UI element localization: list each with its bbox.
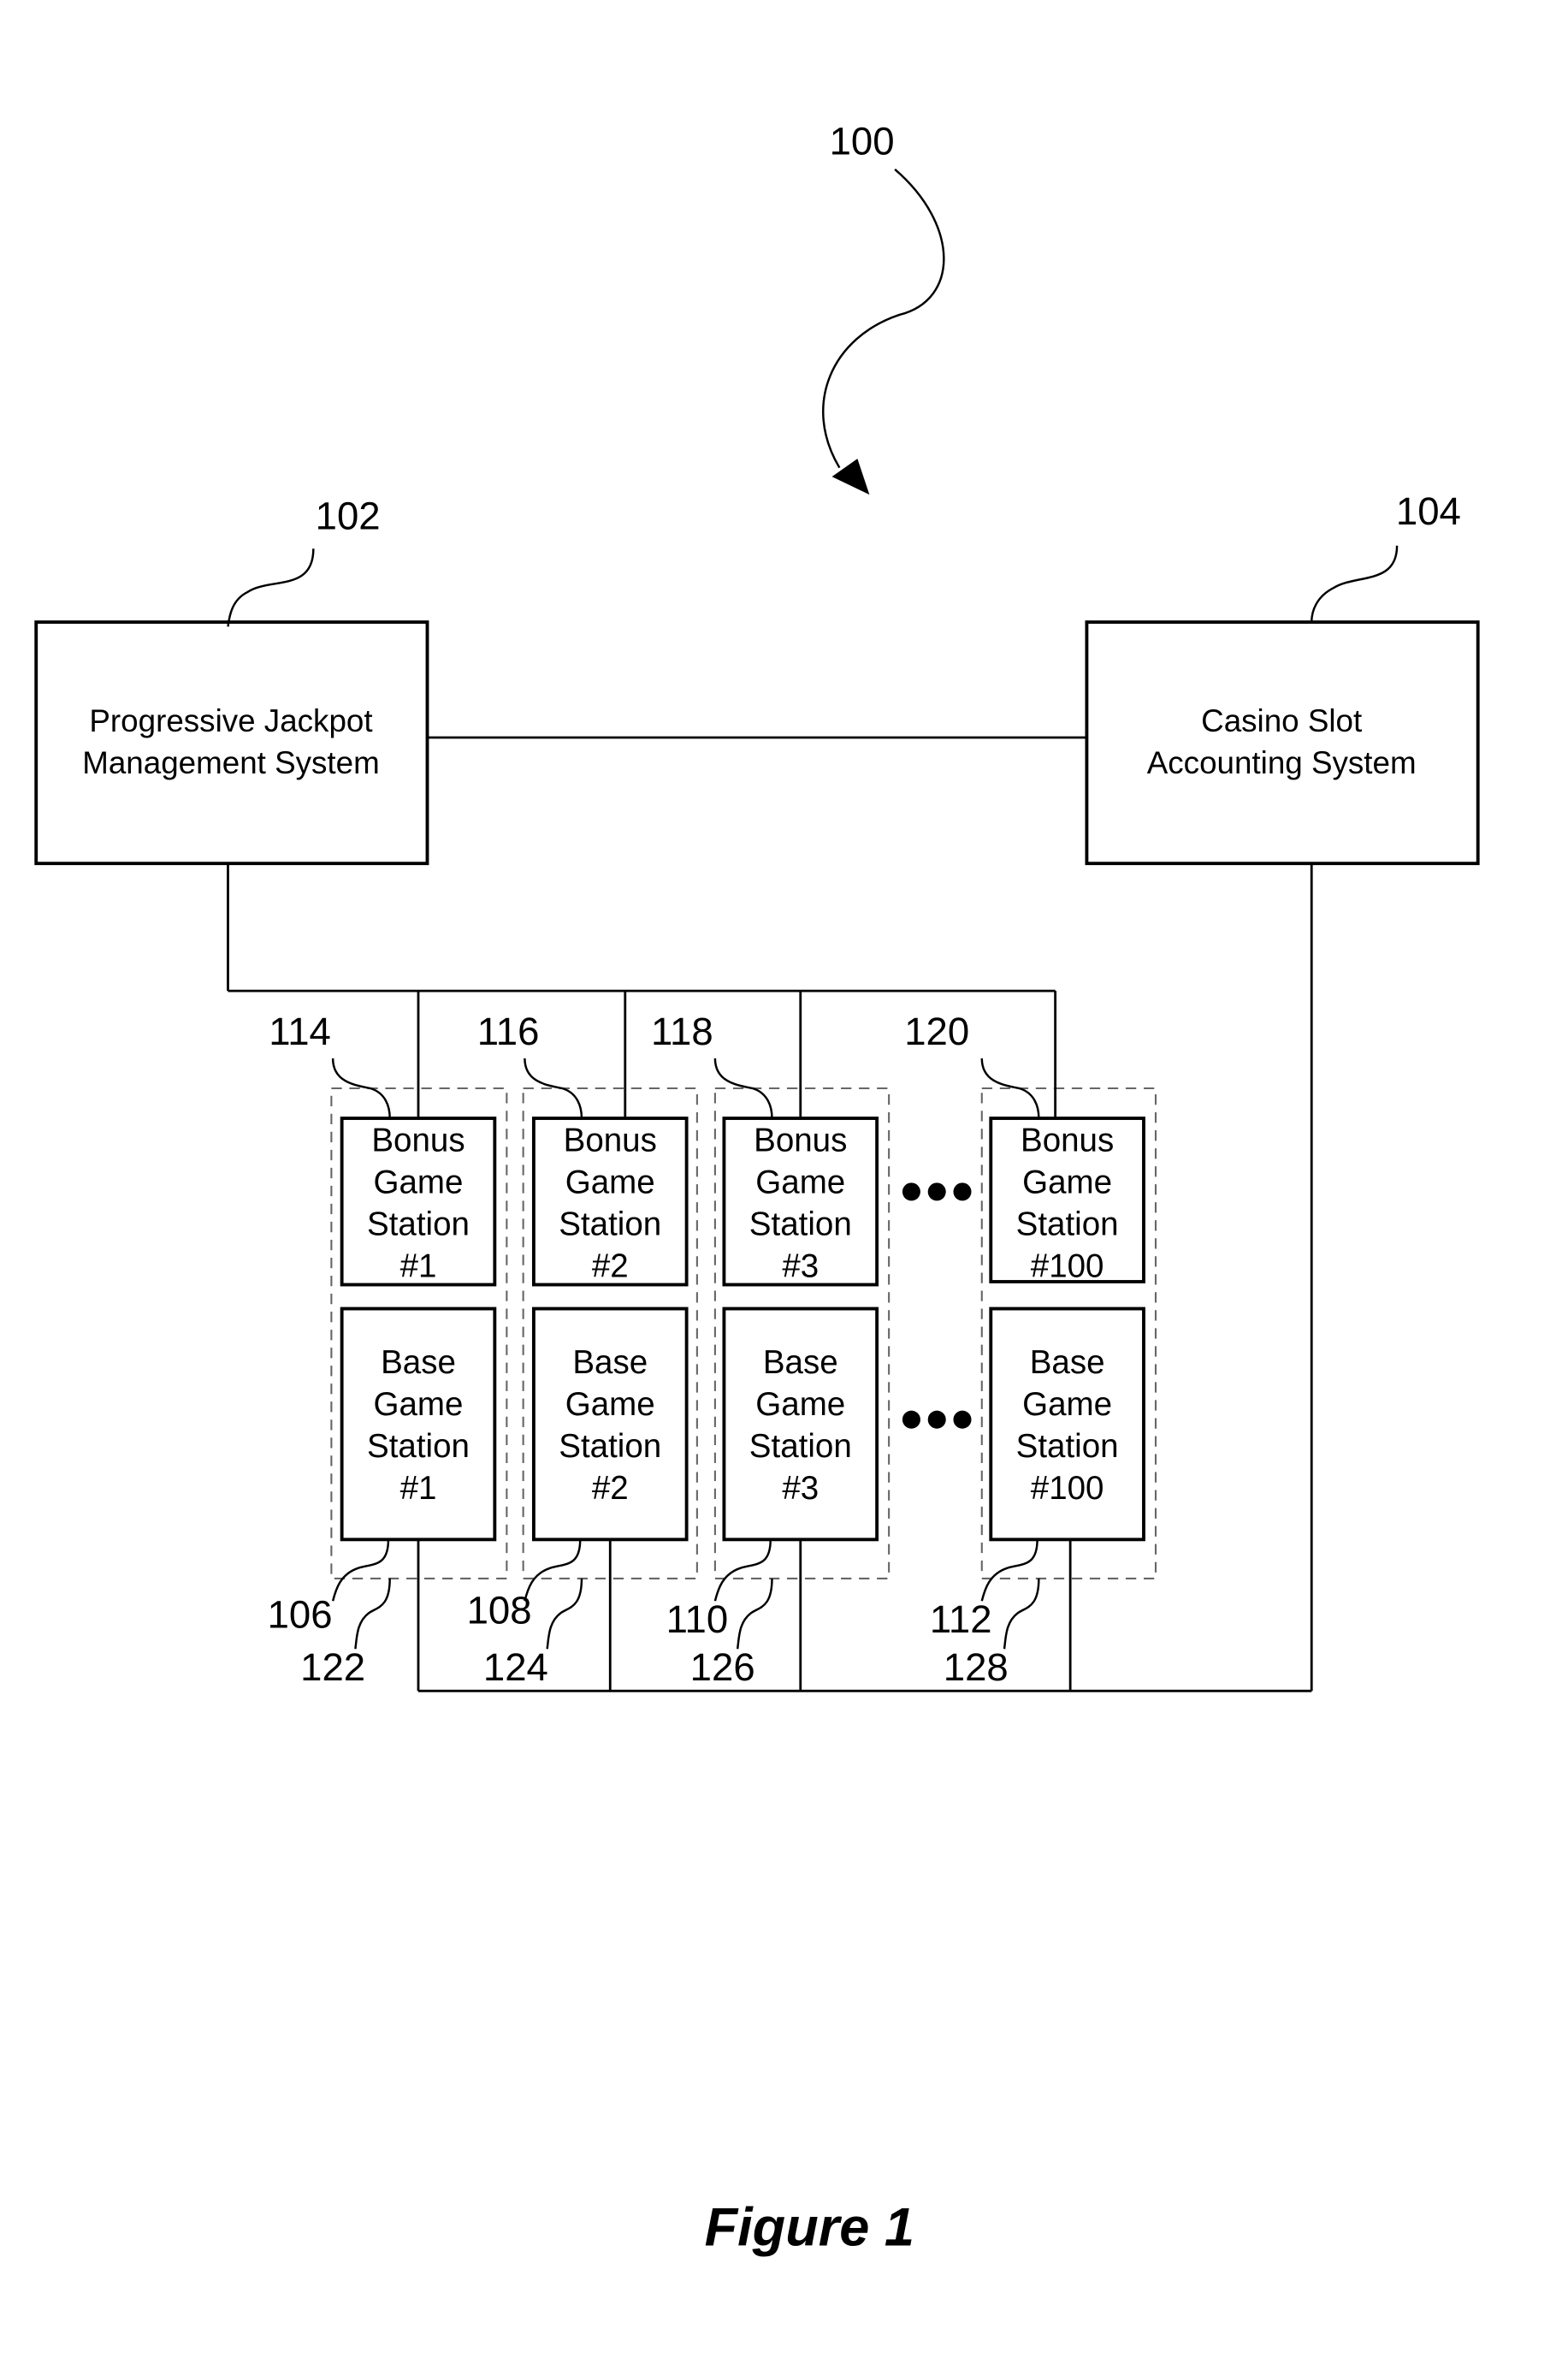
leader-base — [524, 1539, 582, 1602]
ref-label-group: 126 — [690, 1645, 755, 1689]
bonus-station-label: Bonus — [564, 1123, 657, 1159]
base-station-label: Station — [749, 1428, 852, 1465]
station-column-4: Bonus Game Station #100 Base Game Station #100 1… — [904, 991, 1157, 1692]
bonus-station-label: #2 — [592, 1248, 629, 1285]
ref-label-base: 110 — [666, 1597, 729, 1641]
leader-base — [713, 1539, 772, 1602]
base-station-label: Game — [1022, 1386, 1112, 1423]
ref-label-bonus: 116 — [477, 1010, 540, 1053]
casino-slot-accounting-system: Casino Slot Accounting System 104 — [1085, 489, 1480, 866]
bonus-station-label: Game — [755, 1164, 845, 1201]
ellipsis-dot — [953, 1182, 972, 1201]
station-column-1: Bonus Game Station #1 Base Game Station #1 114 10… — [268, 991, 508, 1692]
ref-label-base: 112 — [930, 1597, 992, 1641]
base-station-label: #1 — [400, 1470, 437, 1507]
ellipsis-dot — [953, 1410, 972, 1429]
system-arrow-curve — [822, 169, 945, 469]
ref-label-base: 108 — [467, 1588, 532, 1632]
leader-102 — [227, 548, 315, 627]
leader-base — [980, 1539, 1038, 1602]
leader-group — [546, 1578, 583, 1650]
station-columns: Bonus Game Station #1 Base Game Station #1 114 10… — [268, 991, 1157, 1692]
system-diagram: 100 Progressive Jackpot Management Syste… — [34, 119, 1480, 2258]
ellipsis-dot — [927, 1182, 946, 1201]
bonus-station-label: #1 — [400, 1248, 437, 1285]
bonus-station-label: Bonus — [1021, 1123, 1114, 1159]
progressive-jackpot-management-system: Progressive Jackpot Management System 10… — [34, 494, 429, 866]
leader-group — [736, 1578, 773, 1650]
leader-group — [354, 1578, 391, 1650]
bonus-station-label: Game — [1022, 1164, 1112, 1201]
ellipsis-dot — [902, 1182, 920, 1201]
bonus-station-label: Station — [749, 1206, 852, 1243]
figure-caption: Figure 1 — [705, 2198, 914, 2258]
ellipsis-base-icon — [902, 1410, 972, 1429]
pjms-label-line2: Management System — [82, 745, 380, 780]
base-station-label: Station — [1016, 1428, 1119, 1465]
base-station-label: Base — [763, 1344, 838, 1381]
base-station-label: #2 — [592, 1470, 629, 1507]
csas-box — [1085, 620, 1480, 866]
base-station-label: Game — [565, 1386, 655, 1423]
pjms-label-line1: Progressive Jackpot — [89, 703, 372, 738]
csas-label-line1: Casino Slot — [1201, 703, 1362, 738]
ref-label-bonus: 118 — [651, 1010, 713, 1053]
base-station-label: Base — [1030, 1344, 1105, 1381]
bonus-station-label: Game — [565, 1164, 655, 1201]
bonus-station-label: Station — [367, 1206, 470, 1243]
ref-label-group: 124 — [483, 1645, 548, 1689]
csas-label-line2: Accounting System — [1147, 745, 1417, 780]
leader-104 — [1310, 545, 1399, 623]
pjms-box — [34, 620, 429, 866]
bonus-station-label: Game — [374, 1164, 464, 1201]
ref-label-group: 128 — [944, 1645, 1009, 1689]
leader-group — [1003, 1578, 1040, 1650]
ref-label-100: 100 — [830, 119, 895, 163]
ref-label-bonus: 120 — [904, 1010, 969, 1053]
base-station-label: Game — [374, 1386, 464, 1423]
base-station-label: Station — [367, 1428, 470, 1465]
bonus-station-label: Station — [559, 1206, 661, 1243]
bonus-station-label: Station — [1016, 1206, 1119, 1243]
ellipsis-dot — [902, 1410, 920, 1429]
base-station-label: #100 — [1031, 1470, 1104, 1507]
ellipsis-dot — [927, 1410, 946, 1429]
ref-label-group: 122 — [300, 1645, 365, 1689]
ref-label-102: 102 — [316, 494, 381, 537]
ref-label-bonus: 114 — [269, 1010, 331, 1053]
base-station-label: #3 — [782, 1470, 819, 1507]
base-station-label: Station — [559, 1428, 661, 1465]
base-station-label: Game — [755, 1386, 845, 1423]
base-station-label: Base — [381, 1344, 456, 1381]
ref-label-base: 106 — [268, 1593, 333, 1637]
base-station-label: Base — [572, 1344, 648, 1381]
ellipsis-bonus-icon — [902, 1182, 972, 1201]
bonus-station-label: #100 — [1031, 1248, 1104, 1285]
station-column-2: Bonus Game Station #2 Base Game Station #2 116 10… — [467, 991, 698, 1692]
leader-base — [331, 1539, 390, 1602]
ref-label-104: 104 — [1396, 489, 1461, 533]
bonus-station-label: Bonus — [371, 1123, 464, 1159]
bonus-station-label: #3 — [782, 1248, 819, 1285]
bonus-station-label: Bonus — [754, 1123, 847, 1159]
